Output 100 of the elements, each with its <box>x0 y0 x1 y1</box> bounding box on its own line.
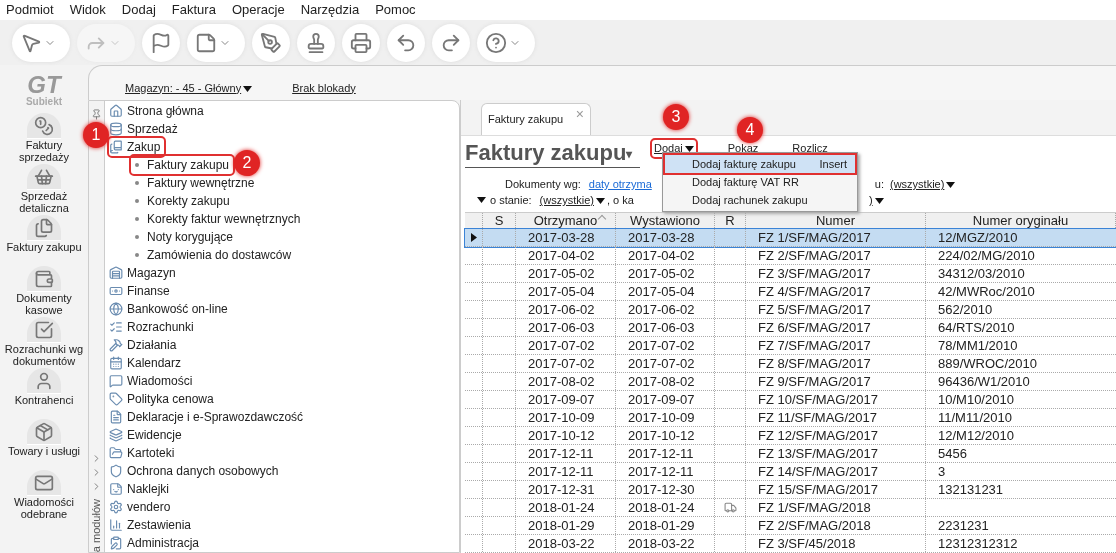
toolbar-link[interactable]: Brak blokady <box>292 79 356 96</box>
menu-option[interactable]: Dodaj fakturę zakupu Insert <box>665 155 855 173</box>
table-cell: 2017-05-04 <box>516 283 616 300</box>
nav-item[interactable]: vendero <box>109 498 175 516</box>
table-row[interactable]: 2017-06-03 2017-06-03 FZ 6/SF/MAG/2017 64/RTS/2010 <box>465 319 1116 337</box>
table-cell-text: 64/RTS/2010 <box>937 319 1016 336</box>
filter-dropdown[interactable]: (wszystkie) <box>890 176 956 192</box>
table-cell-text: 12312312312 <box>937 535 1019 552</box>
menu-item[interactable]: Operacje <box>231 0 285 20</box>
filter-dropdown[interactable]: (wszystkie) <box>539 192 605 208</box>
menu-item[interactable]: Faktura <box>171 0 216 20</box>
table-row[interactable]: 2017-09-07 2017-09-07 FZ 10/SF/MAG/2017 10/M10/2010 <box>465 391 1116 409</box>
table-cell: 2018-01-24 <box>616 499 715 516</box>
menu-item[interactable]: Dodaj <box>121 0 156 20</box>
nav-item[interactable]: Finanse <box>109 282 174 300</box>
module-button[interactable]: Sprzedaż detaliczna <box>1 164 87 215</box>
panel-label: a modułów <box>89 498 104 552</box>
table-row[interactable]: 2017-04-02 2017-04-02 FZ 2/SF/MAG/2017 224/02/MG/2010 <box>465 247 1116 265</box>
nav-item[interactable]: Magazyn <box>109 264 180 282</box>
table-cell: 2017-12-11 <box>516 445 616 462</box>
nav-item[interactable]: Administracja <box>109 534 204 552</box>
table-row[interactable]: 2017-10-12 2017-10-12 FZ 12/SF/MAG/2017 12/M12/2010 <box>465 427 1116 445</box>
table-cell: 2017-03-28 <box>616 229 715 246</box>
table-cell: 2017-10-12 <box>516 427 616 444</box>
nav-subitem[interactable]: Noty korygujące <box>131 228 238 246</box>
nav-subitem[interactable]: Faktury zakupu <box>131 156 234 174</box>
nav-item[interactable]: Deklaracje i e-Sprawozdawczość <box>109 408 308 426</box>
table-cell: FZ 1/SF/MAG/2018 <box>746 499 926 516</box>
table-cell: 2017-12-31 <box>516 481 616 498</box>
menu-option[interactable]: Dodaj fakturę VAT RR <box>665 173 855 191</box>
nav-subitem[interactable]: Zamówienia do dostawców <box>131 246 296 264</box>
page-title[interactable]: Faktury zakupu▾ <box>465 141 640 168</box>
table-cell: 2017-10-09 <box>616 409 715 426</box>
table-row[interactable]: 2018-01-24 2018-01-24 FZ 1/SF/MAG/2018 <box>465 499 1116 517</box>
nav-subitem[interactable]: Korekty faktur wewnętrznych <box>131 210 305 228</box>
nav-item[interactable]: Ewidencje <box>109 426 186 444</box>
nav-item[interactable]: Bankowość on-line <box>109 300 232 318</box>
nav-item[interactable]: Sprzedaż <box>109 120 182 138</box>
table-cell-text: 132131231 <box>937 481 1005 498</box>
table-row[interactable]: 2018-03-22 2018-03-22 FZ 3/SF/45/2018 12312312312 <box>465 535 1116 553</box>
table-row[interactable]: 2017-07-02 2017-07-02 FZ 7/SF/MAG/2017 78/MM1/2010 <box>465 337 1116 355</box>
table-row[interactable]: 2017-05-04 2017-05-04 FZ 4/SF/MAG/2017 42/MWRoc/2010 <box>465 283 1116 301</box>
nav-item[interactable]: Wiadomości <box>109 372 197 390</box>
table-cell: 2017-04-02 <box>616 247 715 264</box>
document-tab[interactable]: Faktury zakupu × <box>481 103 591 136</box>
table-cell-text: 34312/03/2010 <box>937 265 1026 282</box>
menu-item[interactable]: Podmiot <box>6 0 54 20</box>
table-cell: 2017-10-09 <box>516 409 616 426</box>
table-cell: 2017-04-02 <box>516 247 616 264</box>
table-cell: 2017-12-11 <box>616 445 715 462</box>
nav-item[interactable]: Ochrona danych osobowych <box>109 462 283 480</box>
module-button[interactable]: Kontrahenci <box>1 368 87 419</box>
table-row[interactable]: 2017-12-11 2017-12-11 FZ 13/SF/MAG/2017 5456 <box>465 445 1116 463</box>
module-button[interactable]: Towary i usługi <box>1 419 87 470</box>
nav-subitem[interactable]: Faktury wewnętrzne <box>131 174 259 192</box>
table-row[interactable]: 2017-10-09 2017-10-09 FZ 11/SF/MAG/2017 11/M11/2010 <box>465 409 1116 427</box>
module-button[interactable]: Rozrachunki wg dokumentów <box>1 317 87 368</box>
nav-item[interactable]: Rozrachunki <box>109 318 198 336</box>
nav-subitem[interactable]: Korekty zakupu <box>131 192 234 210</box>
table-cell-text: 5456 <box>937 445 968 462</box>
table-row[interactable]: 2017-07-02 2017-07-02 FZ 8/SF/MAG/2017 889/WROC/2010 <box>465 355 1116 373</box>
table-cell: FZ 1/SF/MAG/2017 <box>746 229 926 246</box>
filter-link[interactable]: daty otrzyma <box>588 176 653 192</box>
menu-item[interactable]: Narzędzia <box>300 0 360 20</box>
table-cell-text: 12/MGZ/2010 <box>937 229 1019 246</box>
table-cell-text: 42/MWRoc/2010 <box>937 283 1036 300</box>
menu-option[interactable]: Dodaj rachunek zakupu <box>665 191 855 209</box>
toolbar-link[interactable]: Magazyn: - 45 - Główny <box>125 79 253 96</box>
nav-item[interactable]: Strona główna <box>109 102 208 120</box>
table-row[interactable]: 2018-01-29 2018-01-29 FZ 2/SF/MAG/2018 2231231 <box>465 517 1116 535</box>
table-cell-text: 12/M12/2010 <box>937 427 1015 444</box>
nav-item[interactable]: Zakup <box>109 138 165 156</box>
table-cell: 2018-01-29 <box>516 517 616 534</box>
table-cell: FZ 12/SF/MAG/2017 <box>746 427 926 444</box>
step-badge: 1 <box>83 122 109 148</box>
table-cell: 2017-07-02 <box>616 337 715 354</box>
nav-item[interactable]: Kartoteki <box>109 444 179 462</box>
table-row[interactable]: 2017-03-28 2017-03-28 FZ 1/SF/MAG/2017 12/MGZ/2010 <box>465 229 1116 247</box>
table-row[interactable]: 2017-12-31 2017-12-30 FZ 15/SF/MAG/2017 132131231 <box>465 481 1116 499</box>
module-button[interactable]: Faktury zakupu <box>1 215 87 266</box>
nav-item[interactable]: Kalendarz <box>109 354 186 372</box>
nav-item[interactable]: Polityka cenowa <box>109 390 218 408</box>
table-cell: FZ 3/SF/MAG/2017 <box>746 265 926 282</box>
table-row[interactable]: 2017-06-02 2017-06-02 FZ 5/SF/MAG/2017 562/2010 <box>465 301 1116 319</box>
table-row[interactable]: 2017-08-02 2017-08-02 FZ 9/SF/MAG/2017 96436/W1/2010 <box>465 373 1116 391</box>
table-row[interactable]: 2017-05-02 2017-05-02 FZ 3/SF/MAG/2017 34312/03/2010 <box>465 265 1116 283</box>
filter-dropdown[interactable]: ) <box>869 192 884 208</box>
table-row[interactable]: 2017-12-11 2017-12-11 FZ 14/SF/MAG/2017 3 <box>465 463 1116 481</box>
nav-item[interactable]: Naklejki <box>109 480 173 498</box>
nav-item[interactable]: Działania <box>109 336 181 354</box>
table-cell-text: 562/2010 <box>937 301 994 318</box>
nav-item[interactable]: Zestawienia <box>109 516 196 534</box>
module-button[interactable]: Dokumenty kasowe <box>1 266 87 317</box>
table-cell: FZ 14/SF/MAG/2017 <box>746 463 926 480</box>
table-cell-text: 10/M10/2010 <box>937 391 1015 408</box>
module-button[interactable]: Wiadomości odebrane <box>1 470 87 521</box>
action-link[interactable]: Dodaj <box>652 140 696 157</box>
menu-item[interactable]: Pomoc <box>375 0 416 20</box>
menu-item[interactable]: Widok <box>69 0 106 20</box>
table-cell: FZ 4/SF/MAG/2017 <box>746 283 926 300</box>
